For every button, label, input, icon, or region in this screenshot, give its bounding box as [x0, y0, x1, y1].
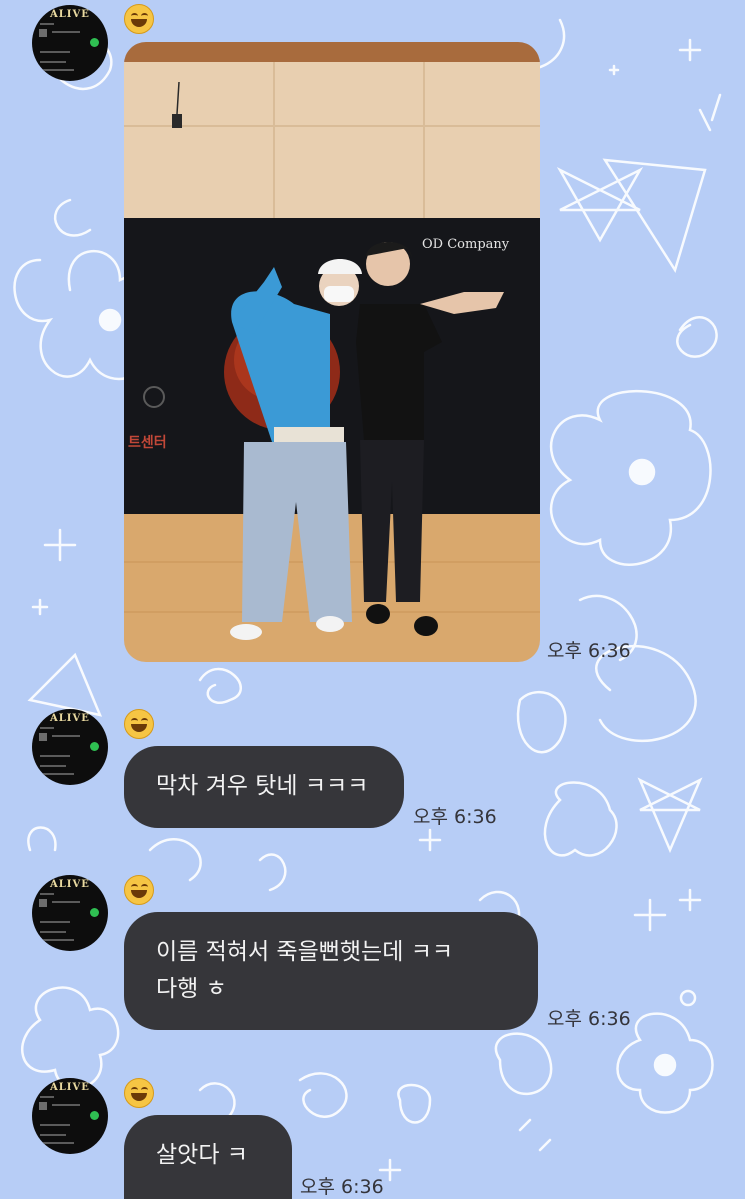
- play-icon: [90, 742, 99, 751]
- message-time: 오후 6:36: [413, 806, 497, 828]
- message-text-line: 이름 적혀서 죽을뻔햇는데 ㅋㅋ: [156, 939, 454, 965]
- play-icon: [90, 38, 99, 47]
- profile-avatar[interactable]: ALIVE: [32, 709, 108, 785]
- message-bubble[interactable]: 막차 겨우 탓네 ㅋㅋㅋ: [124, 746, 404, 828]
- smiling-face-emoji: [124, 1078, 154, 1108]
- message-text-line: 다행 ㅎ: [156, 976, 227, 1002]
- photo-banner-caption: 트센터: [128, 435, 167, 451]
- avatar-title: ALIVE: [50, 879, 90, 890]
- photo-brand-text: OD Company: [422, 237, 510, 252]
- message-time: 오후 6:36: [547, 640, 631, 662]
- profile-avatar[interactable]: ALIVE: [32, 5, 108, 81]
- profile-avatar[interactable]: ALIVE: [32, 1078, 108, 1154]
- shared-photo[interactable]: OD Company 트센터: [124, 42, 540, 662]
- avatar-title: ALIVE: [50, 9, 90, 20]
- smiling-face-emoji: [124, 875, 154, 905]
- smiling-face-emoji: [124, 709, 154, 739]
- message-time: 오후 6:36: [547, 1008, 631, 1030]
- photo-image: [124, 42, 540, 662]
- play-icon: [90, 908, 99, 917]
- message-time: 오후 6:36: [300, 1176, 384, 1198]
- message-bubble[interactable]: 살앗다 ㅋ: [124, 1115, 292, 1199]
- message-text: 살앗다 ㅋ: [156, 1142, 248, 1168]
- avatar-title: ALIVE: [50, 713, 90, 724]
- message-text: 막차 겨우 탓네 ㅋㅋㅋ: [156, 773, 369, 799]
- smiling-face-emoji: [124, 4, 154, 34]
- profile-avatar[interactable]: ALIVE: [32, 875, 108, 951]
- message-bubble[interactable]: 이름 적혀서 죽을뻔햇는데 ㅋㅋ 다행 ㅎ: [124, 912, 538, 1030]
- avatar-title: ALIVE: [50, 1082, 90, 1093]
- play-icon: [90, 1111, 99, 1120]
